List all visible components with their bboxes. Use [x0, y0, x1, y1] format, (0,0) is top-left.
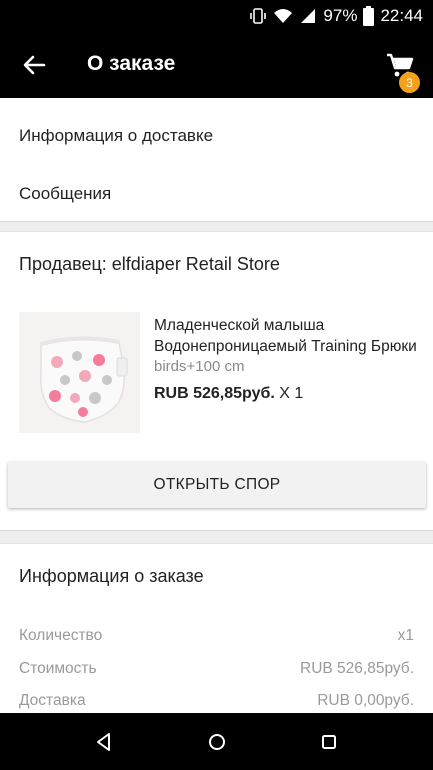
info-row-cost: Стоимость RUB 526,85руб. — [19, 660, 414, 678]
product-price: RUB 526,85руб. — [154, 385, 275, 402]
status-icons: 97% 22:44 — [249, 0, 423, 32]
product-name-line-1: Младенческой малыша — [154, 317, 325, 334]
product-image[interactable] — [19, 312, 140, 433]
system-nav-bar — [0, 713, 433, 770]
info-row-quantity: Количество x1 — [19, 627, 414, 645]
app-bar: О заказе 3 — [0, 32, 433, 98]
status-bar: 97% 22:44 — [0, 0, 433, 32]
open-dispute-button[interactable]: ОТКРЫТЬ СПОР — [8, 462, 426, 508]
signal-icon — [299, 7, 317, 25]
seller-name[interactable]: Продавец: elfdiaper Retail Store — [19, 254, 280, 275]
product-quantity: X 1 — [279, 385, 304, 402]
messages-link[interactable]: Сообщения — [19, 184, 111, 204]
order-info-card: Информация о заказе Количество x1 Стоимо… — [0, 543, 433, 713]
info-label: Доставка — [19, 692, 86, 709]
order-links-card: Информация о доставке Сообщения — [0, 98, 433, 222]
info-value: RUB 0,00руб. — [317, 692, 414, 709]
triangle-back-icon — [97, 733, 110, 751]
info-value: x1 — [397, 627, 414, 644]
square-recents-icon — [322, 735, 336, 749]
info-label: Количество — [19, 627, 103, 644]
product-price-row: RUB 526,85руб. X 1 — [154, 385, 303, 403]
info-value: RUB 526,85руб. — [300, 660, 414, 677]
info-label: Стоимость — [19, 660, 97, 677]
page-title: О заказе — [87, 52, 176, 75]
nav-back-button[interactable] — [92, 730, 116, 754]
battery-percent: 97% — [323, 6, 358, 25]
vibrate-icon — [249, 7, 267, 25]
order-item-card: Продавец: elfdiaper Retail Store Младенч… — [0, 231, 433, 531]
wifi-icon — [273, 7, 293, 25]
circle-home-icon — [209, 734, 225, 750]
clock: 22:44 — [380, 6, 423, 25]
back-button[interactable] — [18, 49, 50, 81]
nav-home-button[interactable] — [205, 730, 229, 754]
cart-count-badge: 3 — [399, 72, 420, 93]
order-info-title: Информация о заказе — [19, 566, 204, 586]
info-row-shipping: Доставка RUB 0,00руб. — [19, 692, 414, 710]
product-name[interactable]: Младенческой малыша Водонепроницаемый Tr… — [154, 315, 419, 357]
delivery-info-link[interactable]: Информация о доставке — [19, 126, 213, 146]
arrow-left-icon — [23, 55, 46, 75]
product-variant: birds+100 cm — [154, 358, 245, 375]
nav-recents-button[interactable] — [317, 730, 341, 754]
battery-icon — [363, 6, 375, 26]
product-name-line-2: Водонепроницаемый Training Брюки — [154, 338, 417, 355]
